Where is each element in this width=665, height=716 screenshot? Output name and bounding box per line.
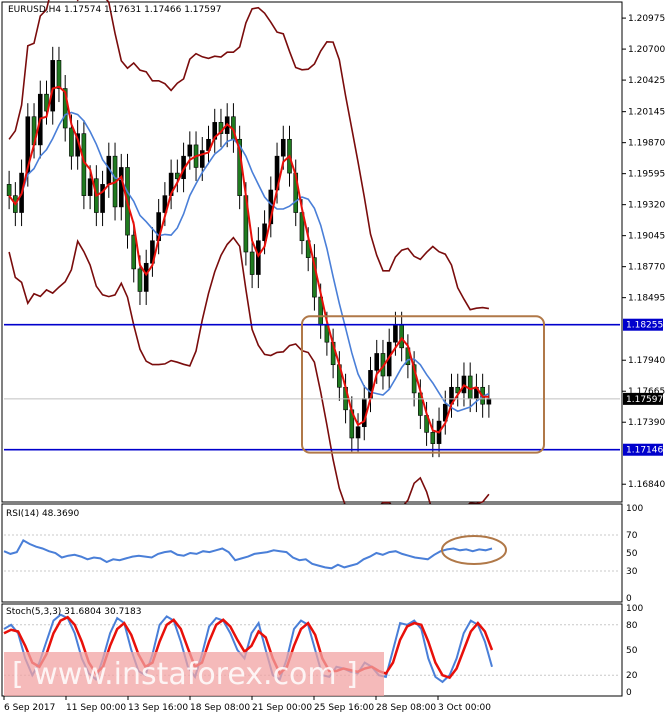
current-price-label: 1.17597 xyxy=(626,395,663,405)
level-price-label: 1.17146 xyxy=(626,446,663,456)
price-axis: 1.20975 1.20700 1.20425 1.20145 1.19870 1.195… xyxy=(622,14,665,490)
candle-body xyxy=(399,324,404,349)
price-tick-label: 1.17940 xyxy=(628,356,665,366)
rsi-tick-label: 50 xyxy=(626,549,638,559)
time-tick-label: 28 Sep 08:00 xyxy=(376,703,436,713)
time-tick-label: 25 Sep 16:00 xyxy=(314,703,374,713)
rsi-tick-label: 0 xyxy=(626,594,632,604)
price-panel-title: EURUSD,H4 1.17574 1.17631 1.17466 1.1759… xyxy=(8,5,221,15)
rsi-panel-title: RSI(14) 48.3690 xyxy=(6,509,79,519)
rsi-tick-label: 70 xyxy=(626,531,638,541)
candle-body xyxy=(256,240,261,275)
price-tick-label: 1.19870 xyxy=(628,139,665,149)
candle-body xyxy=(50,60,56,112)
candle-body xyxy=(187,144,193,157)
candle-body xyxy=(131,234,137,270)
time-tick-label: 21 Sep 00:00 xyxy=(252,703,312,713)
rsi-tick-label: 30 xyxy=(626,567,638,577)
time-tick-label: 13 Sep 16:00 xyxy=(128,703,188,713)
stoch-panel-title: Stoch(5,3,3) 31.6804 30.7183 xyxy=(6,607,141,617)
price-tick-label: 1.19595 xyxy=(628,170,665,180)
candle-body xyxy=(280,138,286,157)
price-tick-label: 1.17390 xyxy=(628,418,665,428)
candle-body xyxy=(137,268,143,292)
watermark-text: [ www.instaforex.com ] xyxy=(12,657,358,692)
candle-body xyxy=(486,398,492,405)
candle-body xyxy=(430,432,436,444)
price-tick-label: 1.19045 xyxy=(628,232,665,242)
candle-body xyxy=(118,167,124,208)
stoch-tick-label: 20 xyxy=(626,671,638,681)
level-price-label: 1.18255 xyxy=(626,321,663,331)
candle-body xyxy=(87,178,93,196)
rsi-panel-frame xyxy=(1,503,623,603)
time-tick-label: 6 Sep 2017 xyxy=(4,703,55,713)
stoch-tick-label: 50 xyxy=(626,646,638,656)
price-tick-label: 1.18495 xyxy=(628,294,665,304)
time-tick-label: 3 Oct 00:00 xyxy=(438,703,491,713)
stoch-tick-label: 80 xyxy=(626,621,638,631)
time-axis: 6 Sep 2017 11 Sep 00:00 13 Sep 16:00 18 Sep… xyxy=(3,696,491,713)
forex-chart: 1.20975 1.20700 1.20425 1.20145 1.19870 1.195… xyxy=(1,0,665,713)
price-tick-label: 1.19320 xyxy=(628,201,665,211)
price-tick-label: 1.20700 xyxy=(628,45,665,55)
candle-body xyxy=(56,60,62,89)
stoch-tick-label: 100 xyxy=(626,604,643,614)
price-tick-label: 1.20975 xyxy=(628,14,665,24)
candle-body xyxy=(143,262,149,292)
candle-body xyxy=(249,251,255,275)
price-tick-label: 1.18770 xyxy=(628,263,665,273)
candle-body xyxy=(374,353,380,371)
price-tick-label: 1.20425 xyxy=(628,76,665,86)
time-tick-label: 11 Sep 00:00 xyxy=(66,703,126,713)
candle-body xyxy=(355,426,361,439)
candle-body xyxy=(69,127,74,157)
rsi-tick-label: 100 xyxy=(626,504,643,514)
stoch-tick-label: 0 xyxy=(626,688,632,698)
candle-body xyxy=(6,184,12,196)
candle-body xyxy=(100,184,105,213)
price-tick-label: 1.20145 xyxy=(628,108,665,118)
candle-body xyxy=(393,324,398,343)
time-tick-label: 18 Sep 08:00 xyxy=(190,703,250,713)
price-tick-label: 1.16840 xyxy=(628,480,665,490)
